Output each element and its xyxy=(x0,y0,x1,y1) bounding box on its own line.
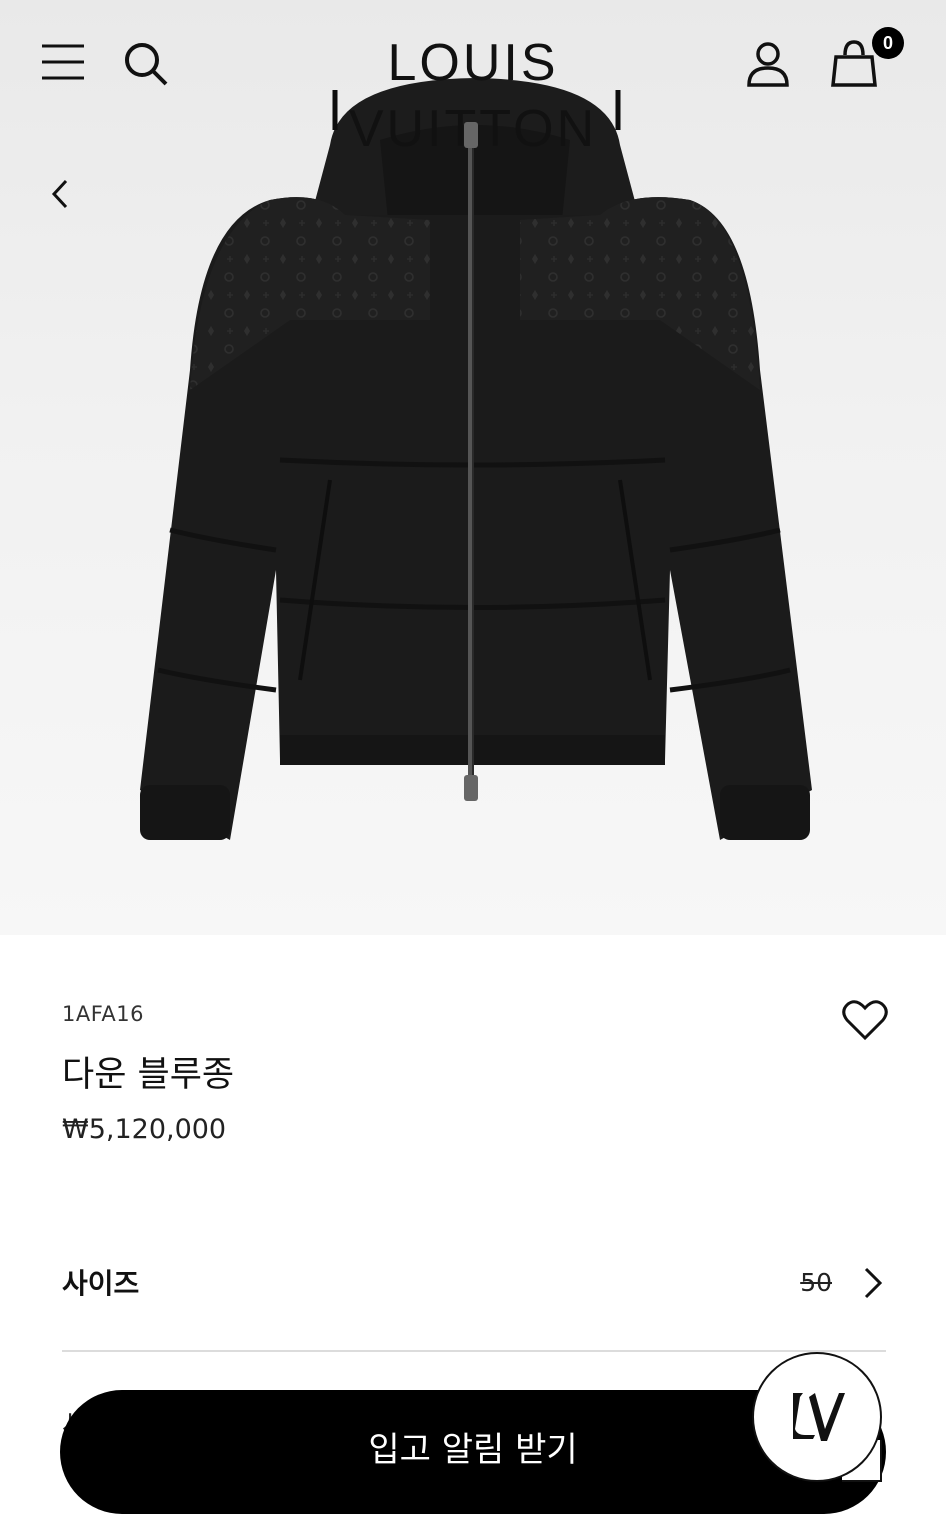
wishlist-button[interactable] xyxy=(838,996,892,1044)
size-label: 사이즈 xyxy=(62,1267,140,1300)
lv-monogram-icon xyxy=(793,1393,845,1441)
heart-icon xyxy=(842,1000,888,1041)
bag-count-badge: 0 xyxy=(872,27,904,59)
menu-icon xyxy=(42,44,84,80)
lv-assistant-button[interactable] xyxy=(752,1352,882,1482)
top-navigation: LOUIS VUITTON 0 xyxy=(0,0,946,158)
search-icon xyxy=(125,43,168,86)
product-sku: 1AFA16 xyxy=(62,1002,144,1026)
size-value: 50 xyxy=(800,1268,832,1297)
chevron-right-icon xyxy=(864,1267,883,1299)
back-button[interactable] xyxy=(38,170,82,218)
account-button[interactable] xyxy=(742,38,794,90)
product-price: ₩5,120,000 xyxy=(62,1114,227,1145)
account-icon xyxy=(747,42,789,87)
product-title: 다운 블루종 xyxy=(62,1055,235,1095)
brand-logo[interactable]: LOUIS VUITTON xyxy=(260,30,686,158)
size-selector[interactable]: 사이즈 50 xyxy=(62,1252,886,1352)
shopping-bag-icon xyxy=(831,40,877,87)
chevron-left-icon xyxy=(51,179,68,209)
product-image xyxy=(140,78,812,841)
menu-button[interactable] xyxy=(38,40,88,84)
search-button[interactable] xyxy=(120,38,172,90)
